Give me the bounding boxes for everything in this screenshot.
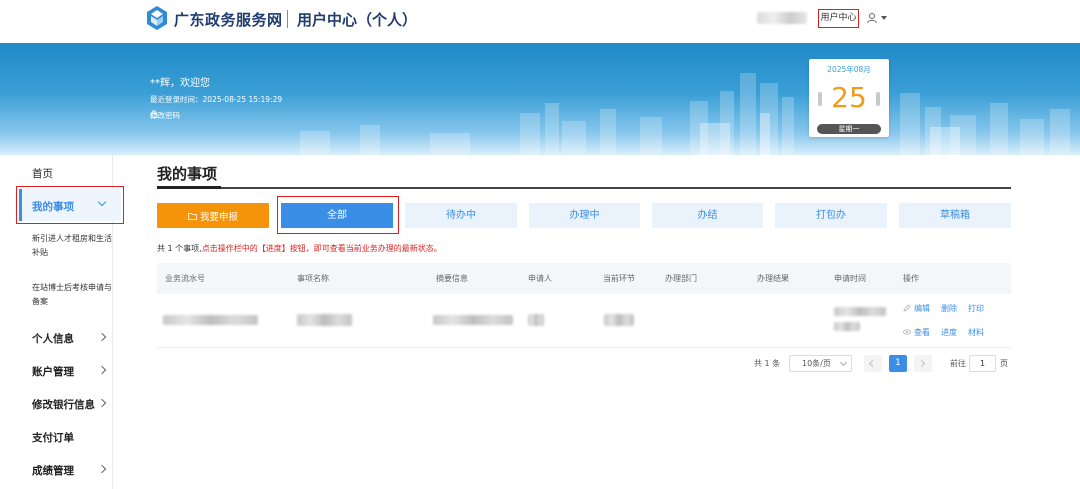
title-divider: [157, 187, 1011, 189]
materials-link[interactable]: 材料: [968, 327, 984, 338]
tab-processing[interactable]: 办理中: [529, 203, 640, 228]
blurred-apply-time: [834, 322, 860, 331]
goto-label: 前往: [950, 359, 966, 368]
column-header-summary: 摘要信息: [436, 274, 468, 283]
user-center-title: 用户中心（个人）: [297, 11, 418, 29]
header-divider: [287, 10, 288, 28]
tab-highlight-box: [277, 196, 399, 234]
user-icon[interactable]: [866, 12, 878, 24]
tab-package[interactable]: 打包办: [775, 203, 887, 228]
blurred-summary: [433, 315, 513, 325]
current-page-button[interactable]: 1: [889, 355, 907, 372]
last-login-time: 最近登录时间：2025-08-25 15:19:29: [150, 95, 283, 104]
table-bottom-border: [157, 347, 1011, 348]
column-header-item-name: 事项名称: [297, 274, 329, 283]
view-icon: [903, 329, 911, 335]
blurred-serial: [163, 315, 258, 325]
apply-button-label: 我要申报: [199, 211, 238, 223]
blurred-stage: [604, 314, 634, 326]
sidebar-sub-item-postdoc[interactable]: 在站博士后考核申请与备案: [32, 281, 114, 309]
column-header-serial: 业务流水号: [165, 274, 205, 283]
calendar-widget: 2025年08月 25 星期一: [809, 59, 889, 137]
column-header-result: 办理结果: [757, 274, 789, 283]
blurred-apply-date: [834, 307, 886, 316]
pagination-total: 共 1 条: [754, 359, 781, 368]
items-notice: 共 1 个事项,点击操作栏中的【进度】按钮，即可查看当前业务办理的最新状态。: [157, 243, 442, 254]
sidebar-item-account[interactable]: 账户管理: [32, 364, 74, 379]
page-suffix: 页: [1000, 359, 1008, 368]
delete-link[interactable]: 删除: [941, 303, 957, 314]
site-logo-icon: [147, 6, 167, 30]
page-title: 我的事项: [157, 165, 218, 183]
sidebar-item-home[interactable]: 首页: [32, 166, 53, 181]
sidebar-item-personal-info[interactable]: 个人信息: [32, 331, 74, 346]
chevron-left-icon: [868, 359, 877, 368]
chevron-right-icon: [917, 359, 926, 368]
apply-button[interactable]: 我要申报: [157, 203, 269, 228]
column-header-apply-time: 申请时间: [834, 274, 866, 283]
column-header-department: 办理部门: [665, 274, 697, 283]
calendar-month: 2025年08月: [827, 65, 871, 74]
welcome-text: **辉，欢迎您: [150, 78, 210, 89]
goto-page-input[interactable]: 1: [969, 355, 996, 372]
sidebar-item-bank-info[interactable]: 修改银行信息: [32, 397, 95, 412]
progress-link[interactable]: 进度: [941, 327, 957, 338]
column-header-applicant: 申请人: [528, 274, 552, 283]
user-menu-caret-icon[interactable]: [881, 16, 887, 20]
blurred-item-name: [297, 314, 352, 326]
change-password-link[interactable]: 修改密码: [150, 110, 180, 121]
prev-page-button[interactable]: [864, 355, 882, 372]
print-link[interactable]: 打印: [968, 303, 984, 314]
folder-icon: [188, 212, 197, 220]
next-page-button[interactable]: [914, 355, 932, 372]
lock-icon: [150, 110, 158, 118]
sidebar-item-orders[interactable]: 支付订单: [32, 430, 74, 445]
user-center-link[interactable]: 用户中心: [818, 9, 859, 28]
site-name[interactable]: 广东政务服务网: [174, 9, 283, 30]
welcome-banner: **辉，欢迎您 最近登录时间：2025-08-25 15:19:29 修改密码 …: [0, 43, 1080, 155]
top-bar: 广东政务服务网 用户中心（个人） 用户中心: [0, 0, 1080, 43]
blurred-username: [757, 12, 807, 24]
edit-icon: [903, 304, 911, 312]
sidebar-highlight-box: [16, 186, 124, 224]
table-header: [157, 263, 1011, 294]
notice-hint: 点击操作栏中的【进度】按钮，即可查看当前业务办理的最新状态。: [201, 244, 442, 253]
tab-completed[interactable]: 办结: [652, 203, 763, 228]
view-link[interactable]: 查看: [914, 327, 930, 338]
tab-pending[interactable]: 待办中: [405, 203, 517, 228]
notice-count: 共 1 个事项,: [157, 244, 202, 253]
blurred-applicant: [528, 314, 544, 326]
calendar-day: 25: [831, 81, 867, 114]
calendar-weekday: 星期一: [817, 124, 881, 134]
edit-link[interactable]: 编辑: [914, 303, 930, 314]
sidebar-sub-item-housing-subsidy[interactable]: 新引进人才租房和生活补贴: [32, 232, 114, 260]
column-header-actions: 操作: [903, 274, 919, 283]
title-accent-bar: [157, 186, 221, 189]
column-header-stage: 当前环节: [603, 274, 635, 283]
sidebar-item-grades[interactable]: 成绩管理: [32, 463, 74, 478]
tab-drafts[interactable]: 草稿箱: [899, 203, 1011, 228]
